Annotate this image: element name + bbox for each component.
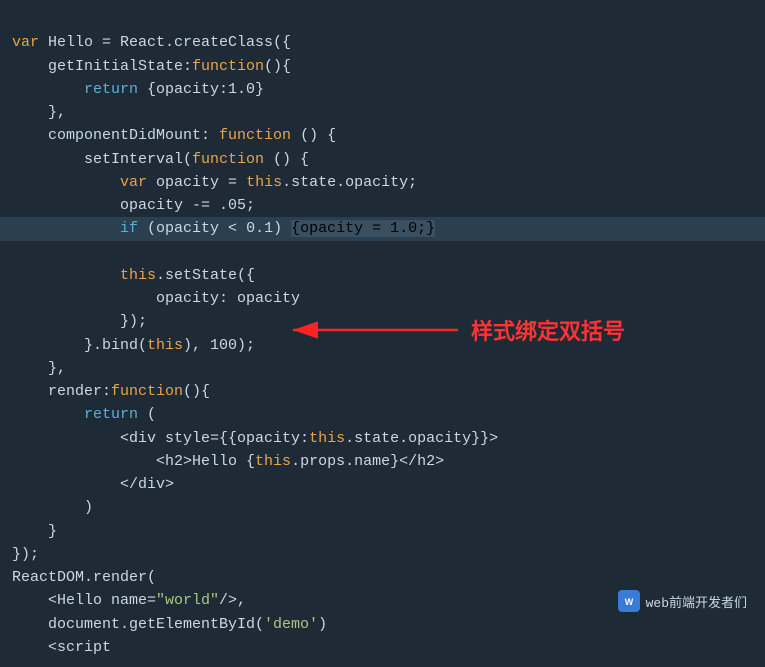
line-24: <Hello name="world"/>, xyxy=(12,592,246,609)
line-2: getInitialState:function(){ xyxy=(12,58,291,75)
watermark-icon: W xyxy=(618,590,640,612)
line-15: render:function(){ xyxy=(12,383,210,400)
line-8: opacity -= .05; xyxy=(12,197,255,214)
line-10: this.setState({ xyxy=(12,267,255,284)
line-16: return ( xyxy=(12,406,156,423)
line-11: opacity: opacity xyxy=(12,290,300,307)
line-4: }, xyxy=(12,104,66,121)
line-9: if (opacity < 0.1) {opacity = 1.0;} xyxy=(12,217,753,240)
svg-text:W: W xyxy=(624,597,633,607)
line-18: <h2>Hello {this.props.name}</h2> xyxy=(12,453,444,470)
watermark-text: web前端开发者们 xyxy=(646,592,747,611)
line-19: </div> xyxy=(12,476,174,493)
line-12: }); xyxy=(12,313,147,330)
line-6: setInterval(function () { xyxy=(12,151,309,168)
watermark: W web前端开发者们 xyxy=(618,590,747,612)
annotation-text: 样式绑定双括号 xyxy=(471,314,625,346)
line-26: <script xyxy=(12,639,111,656)
line-13: }.bind(this), 100); xyxy=(12,337,255,354)
line-21: } xyxy=(12,523,57,540)
line-23: ReactDOM.render( xyxy=(12,569,156,586)
annotation-container: 样式绑定双括号 xyxy=(283,310,625,350)
line-7: var opacity = this.state.opacity; xyxy=(12,174,417,191)
line-17: <div style={{opacity:this.state.opacity}… xyxy=(12,430,498,447)
line-22: }); xyxy=(12,546,39,563)
line-3: return {opacity:1.0} xyxy=(12,81,264,98)
line-1: var Hello = React.createClass({ xyxy=(12,34,291,51)
line-14: }, xyxy=(12,360,66,377)
annotation-arrow-svg xyxy=(283,310,463,350)
line-5: componentDidMount: function () { xyxy=(12,127,336,144)
line-20: ) xyxy=(12,499,93,516)
